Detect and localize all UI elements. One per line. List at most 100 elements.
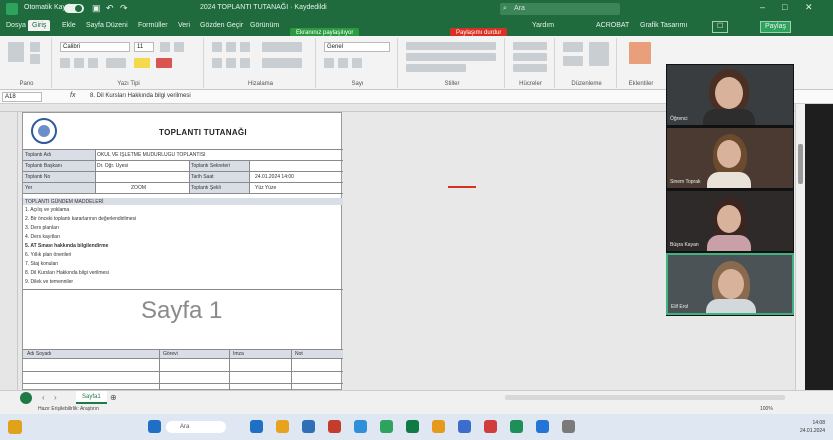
fill-icon[interactable] <box>563 56 583 66</box>
tab-formulas[interactable]: Formüller <box>138 22 168 29</box>
delete-cells-icon[interactable] <box>513 53 547 61</box>
taskbar-app-icon[interactable] <box>276 420 289 433</box>
cell-styles-icon[interactable] <box>406 64 466 72</box>
align-bottom-icon[interactable] <box>240 42 250 52</box>
agenda-item[interactable]: 6. Yıllık plan önerileri <box>25 252 71 258</box>
taskbar-app-icon[interactable] <box>458 420 471 433</box>
cut-icon[interactable] <box>30 42 40 52</box>
agenda-item[interactable]: 5. AT Sınavı hakkında bilgilendirme <box>25 243 108 249</box>
bold-icon[interactable] <box>60 58 70 68</box>
font-name-select[interactable]: Calibri <box>60 42 130 52</box>
weather-icon[interactable] <box>8 420 22 434</box>
tab-file[interactable]: Dosya <box>6 22 26 29</box>
taskbar-app-icon[interactable] <box>302 420 315 433</box>
taskbar-app-icon[interactable] <box>250 420 263 433</box>
info-label[interactable]: Toplantı No <box>23 172 95 182</box>
participant-tile[interactable]: Öğrenci <box>666 64 794 126</box>
shrink-font-icon[interactable] <box>174 42 184 52</box>
taskbar-app-icon[interactable] <box>562 420 575 433</box>
signature-header[interactable]: İmza <box>233 351 283 357</box>
tab-data[interactable]: Veri <box>178 22 190 29</box>
info-label[interactable]: Toplantı Adı <box>23 150 95 160</box>
tab-home[interactable]: Giriş <box>28 20 51 31</box>
currency-icon[interactable] <box>324 58 334 68</box>
taskbar-app-icon[interactable] <box>510 420 523 433</box>
percent-icon[interactable] <box>338 58 348 68</box>
info-value[interactable]: Dr. Öğr. Üyesi <box>97 163 187 169</box>
comments-button[interactable]: ☐ <box>712 21 729 33</box>
undo-icon[interactable]: ↶ <box>106 3 114 14</box>
info-label[interactable]: Toplantı Sekreteri <box>189 161 249 171</box>
taskbar-app-icon[interactable] <box>432 420 445 433</box>
tab-acrobat[interactable]: ACROBAT <box>596 22 629 29</box>
function-icon[interactable]: fx <box>70 92 75 99</box>
paste-icon[interactable] <box>8 42 24 62</box>
info-value[interactable]: 24.01.2024 14:00 <box>255 174 341 180</box>
tab-page-layout[interactable]: Sayfa Düzeni <box>86 22 128 29</box>
next-sheet-icon[interactable]: › <box>54 393 57 402</box>
conditional-formatting-icon[interactable] <box>406 42 496 50</box>
add-sheet-icon[interactable]: ⊕ <box>110 393 117 402</box>
wrap-text-icon[interactable] <box>262 42 302 52</box>
sort-filter-icon[interactable] <box>589 42 609 66</box>
info-value[interactable]: ZOOM <box>131 185 181 191</box>
participant-tile[interactable]: Sinem Toprak <box>666 127 794 189</box>
signature-header[interactable]: Görevi <box>163 351 223 357</box>
merge-center-icon[interactable] <box>262 58 302 68</box>
minimize-icon[interactable]: – <box>760 2 765 12</box>
participant-tile-active[interactable]: Elif Erol <box>666 253 794 315</box>
name-box[interactable]: A18 <box>2 92 42 102</box>
align-top-icon[interactable] <box>212 42 222 52</box>
agenda-item[interactable]: 8. Dil Kursları Hakkında bilgi verilmesi <box>25 270 109 276</box>
align-left-icon[interactable] <box>212 58 222 68</box>
taskbar-app-icon[interactable] <box>536 420 549 433</box>
autosum-icon[interactable] <box>563 42 583 52</box>
format-as-table-icon[interactable] <box>406 53 496 61</box>
page-layout[interactable]: TOPLANTI TUTANAĞI Toplantı Adı OKUL VE İ… <box>22 112 343 391</box>
border-icon[interactable] <box>106 58 126 68</box>
vertical-scrollbar[interactable] <box>795 104 805 390</box>
insert-cells-icon[interactable] <box>513 42 547 50</box>
redo-icon[interactable]: ↷ <box>120 3 128 14</box>
signature-header[interactable]: Adı Soyadı <box>27 351 127 357</box>
tab-insert[interactable]: Ekle <box>62 22 76 29</box>
info-label[interactable]: Yer <box>23 183 95 193</box>
agenda-item[interactable]: 9. Dilek ve temenniler <box>25 279 73 285</box>
comma-icon[interactable] <box>352 58 362 68</box>
info-value[interactable]: OKUL VE İŞLETME MÜDÜRLÜĞÜ TOPLANTISI <box>97 152 337 158</box>
formula-input[interactable]: 8. Dil Kursları Hakkında bilgi verilmesi <box>90 93 191 99</box>
clock[interactable]: 14:08 24.01.2024 <box>770 419 825 435</box>
fill-color-icon[interactable] <box>134 58 150 68</box>
info-label[interactable]: Toplantı Şekli <box>189 183 249 193</box>
agenda-item[interactable]: 7. Staj konuları <box>25 261 58 267</box>
agenda-heading[interactable]: TOPLANTI GÜNDEM MADDELERİ <box>23 198 343 205</box>
horizontal-scrollbar[interactable] <box>505 395 785 400</box>
taskbar-app-icon[interactable] <box>380 420 393 433</box>
agenda-item[interactable]: 1. Açılış ve yoklama <box>25 207 69 213</box>
grow-font-icon[interactable] <box>160 42 170 52</box>
taskbar-app-icon[interactable] <box>484 420 497 433</box>
italic-icon[interactable] <box>74 58 84 68</box>
format-cells-icon[interactable] <box>513 64 547 72</box>
tab-review[interactable]: Gözden Geçir <box>200 22 243 29</box>
prev-sheet-icon[interactable]: ‹ <box>42 393 45 402</box>
font-size-select[interactable]: 11 <box>134 42 154 52</box>
taskbar-app-icon[interactable] <box>354 420 367 433</box>
zoom-level[interactable]: 100% <box>760 406 773 412</box>
save-icon[interactable]: ▣ <box>92 3 101 14</box>
start-icon[interactable] <box>148 420 161 433</box>
align-right-icon[interactable] <box>240 58 250 68</box>
taskbar-search[interactable]: Ara <box>166 421 226 433</box>
sheet-tab[interactable]: Sayfa1 <box>76 391 107 404</box>
font-color-icon[interactable] <box>156 58 172 68</box>
taskbar-app-icon[interactable] <box>328 420 341 433</box>
underline-icon[interactable] <box>88 58 98 68</box>
agenda-item[interactable]: 4. Ders kayıtları <box>25 234 60 240</box>
copy-icon[interactable] <box>30 54 40 64</box>
taskbar-app-icon[interactable] <box>406 420 419 433</box>
close-icon[interactable]: ✕ <box>805 2 813 13</box>
search-input[interactable]: ⌕ Ara <box>500 3 620 15</box>
maximize-icon[interactable]: □ <box>782 2 787 12</box>
participant-tile[interactable]: Büşra Kayan <box>666 190 794 252</box>
info-value[interactable]: Yüz Yüze <box>255 185 341 191</box>
